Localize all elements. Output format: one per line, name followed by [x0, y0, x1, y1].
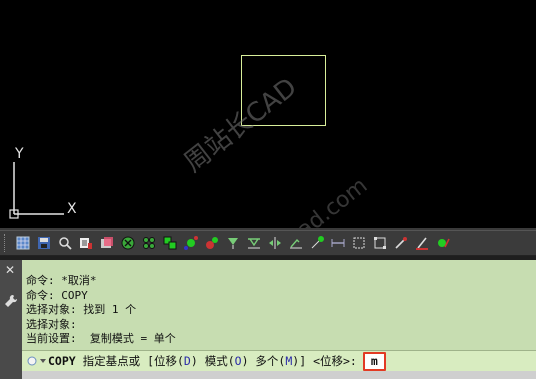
command-window-titlebar[interactable]: ✕ [0, 260, 22, 379]
command-prompt-text: 指定基点或 [位移( [82, 354, 184, 368]
command-line[interactable]: COPY 指定基点或 [位移(D) 模式(O) 多个(M)] <位移>: m [22, 350, 536, 371]
extend-icon[interactable] [223, 233, 243, 253]
command-input[interactable]: m [362, 351, 386, 371]
layer-icon[interactable] [97, 233, 117, 253]
history-line: 当前设置: 复制模式 = 单个 [26, 332, 176, 345]
check-icon[interactable] [433, 233, 453, 253]
pen-icon[interactable] [391, 233, 411, 253]
command-prompt-mid2: ) 多个( [241, 354, 286, 368]
history-line: 命令: COPY [26, 288, 88, 302]
command-window: ✕ 命令: *取消* 命令: COPY 选择对象: 找到 1 个 选择对象: 当… [0, 260, 536, 379]
rotate-icon[interactable] [181, 233, 201, 253]
select-area-icon[interactable] [349, 233, 369, 253]
toolbar [0, 230, 536, 256]
command-prompt-mid1: ) 模式( [190, 354, 235, 368]
drawing-canvas[interactable]: Y X 周站长CAD zzcad.com [0, 0, 536, 265]
matchprop-icon[interactable] [76, 233, 96, 253]
ucs-y-label: Y [14, 146, 24, 162]
command-name: COPY [48, 354, 76, 368]
move-icon[interactable] [160, 233, 180, 253]
grid-icon[interactable] [13, 233, 33, 253]
history-line: 选择对象: 找到 1 个 [26, 303, 137, 316]
object-snap-icon[interactable] [118, 233, 138, 253]
option-multiple[interactable]: M [285, 354, 292, 368]
fillet-icon[interactable] [286, 233, 306, 253]
ucs-x-label: X [67, 201, 77, 217]
command-dropdown-icon[interactable] [26, 352, 48, 370]
trim-icon[interactable] [202, 233, 222, 253]
toolbar-grip[interactable] [4, 234, 9, 252]
distance-icon[interactable] [328, 233, 348, 253]
offset-icon[interactable] [412, 233, 432, 253]
mirror-icon[interactable] [265, 233, 285, 253]
history-line: 命令: *取消* [26, 274, 97, 287]
find-icon[interactable] [55, 233, 75, 253]
option-mode[interactable]: O [235, 354, 242, 368]
status-bar [22, 371, 536, 379]
command-history: 命令: *取消* 命令: COPY 选择对象: 找到 1 个 选择对象: 当前设… [26, 274, 526, 347]
ucs-icon: Y X [9, 146, 77, 219]
snap-grid-icon[interactable] [139, 233, 159, 253]
close-icon[interactable]: ✕ [5, 264, 15, 276]
wrench-icon[interactable] [4, 294, 18, 308]
save-icon[interactable] [34, 233, 54, 253]
command-prompt-tail: )] <位移>: [292, 354, 357, 368]
stretch-icon[interactable] [244, 233, 264, 253]
block-icon[interactable] [370, 233, 390, 253]
option-displacement[interactable]: D [184, 354, 191, 368]
measure-icon[interactable] [307, 233, 327, 253]
history-line: 选择对象: [26, 317, 77, 331]
